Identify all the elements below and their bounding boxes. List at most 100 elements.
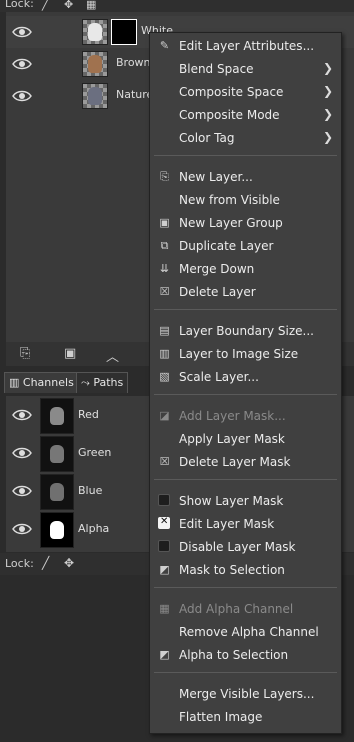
lock-label: Lock:: [5, 557, 34, 570]
lock-pixels-icon[interactable]: ╱: [42, 0, 49, 11]
new-layer-icon[interactable]: ⎘: [20, 346, 30, 361]
menu-item-label: Alpha to Selection: [179, 648, 289, 662]
menu-item-layer-to-image-size[interactable]: ▥ Layer to Image Size: [150, 343, 341, 365]
eye-icon[interactable]: [12, 484, 32, 498]
channel-thumb-image: [50, 483, 64, 501]
menu-item-label: Remove Alpha Channel: [179, 625, 319, 639]
menu-item-new-from-visible[interactable]: New from Visible: [150, 189, 341, 211]
tab-paths[interactable]: ⤳ Paths: [76, 372, 129, 393]
menu-item-alpha-to-selection[interactable]: ◩ Alpha to Selection: [150, 644, 341, 666]
channel-thumbnail: [40, 474, 74, 510]
layer-mask-thumbnail[interactable]: [111, 19, 137, 45]
menu-separator: [154, 394, 337, 395]
eye-icon[interactable]: [12, 522, 32, 536]
layers-lock-bar: Lock: ╱ ✥ ▦: [0, 0, 354, 12]
menu-item-disable-layer-mask[interactable]: Disable Layer Mask: [150, 536, 341, 558]
menu-item-label: Composite Space: [179, 85, 284, 99]
raise-layer-icon[interactable]: ︿: [106, 346, 119, 365]
channel-name: Red: [78, 408, 99, 421]
channel-thumb-image: [50, 407, 64, 425]
layer-thumbnail: [82, 83, 108, 109]
layer-to-image-icon: ▥: [159, 347, 170, 360]
menu-item-add-alpha-channel[interactable]: ▦ Add Alpha Channel: [150, 598, 341, 620]
layer-boundary-icon: ▤: [159, 324, 170, 337]
menu-item-label: New from Visible: [179, 193, 280, 207]
menu-item-show-layer-mask[interactable]: Show Layer Mask: [150, 490, 341, 512]
menu-item-apply-layer-mask[interactable]: Apply Layer Mask: [150, 428, 341, 450]
menu-item-mask-to-selection[interactable]: ◩ Mask to Selection: [150, 559, 341, 581]
menu-item-remove-alpha-channel[interactable]: Remove Alpha Channel: [150, 621, 341, 643]
tab-channels[interactable]: ▥ Channels: [4, 372, 79, 393]
menu-item-color-tag[interactable]: Color Tag ❯: [150, 127, 341, 149]
eye-icon[interactable]: [12, 57, 32, 71]
menu-item-edit-layer-mask[interactable]: Edit Layer Mask: [150, 513, 341, 535]
checkbox-icon[interactable]: [158, 494, 170, 506]
menu-item-label: Delete Layer Mask: [179, 455, 291, 469]
checkbox-checked-icon[interactable]: [158, 516, 170, 529]
menu-item-merge-visible-layers[interactable]: Merge Visible Layers...: [150, 683, 341, 705]
channel-name: Blue: [78, 484, 103, 497]
menu-item-composite-space[interactable]: Composite Space ❯: [150, 81, 341, 103]
menu-item-label: Merge Visible Layers...: [179, 687, 315, 701]
menu-item-label: Apply Layer Mask: [179, 432, 285, 446]
lock-position-icon[interactable]: ✥: [64, 0, 73, 11]
channel-thumbnail: [40, 398, 74, 434]
menu-separator: [154, 155, 337, 156]
menu-item-label: Scale Layer...: [179, 370, 259, 384]
eye-icon[interactable]: [12, 408, 32, 422]
menu-item-edit-layer-attributes[interactable]: ✎ Edit Layer Attributes...: [150, 35, 341, 57]
menu-item-label: Merge Down: [179, 262, 255, 276]
menu-item-flatten-image[interactable]: Flatten Image: [150, 706, 341, 728]
submenu-arrow-icon: ❯: [322, 107, 333, 121]
menu-item-label: Add Layer Mask...: [179, 409, 286, 423]
layer-name: Nature: [116, 88, 154, 101]
channel-thumbnail: [40, 512, 74, 548]
layer-thumb-image: [88, 87, 102, 105]
menu-item-new-layer-group[interactable]: ▣ New Layer Group: [150, 212, 341, 234]
duplicate-layer-icon: ⧉: [160, 239, 169, 252]
tab-channels-label: Channels: [22, 376, 74, 389]
menu-separator: [154, 587, 337, 588]
menu-item-merge-down[interactable]: ⇊ Merge Down: [150, 258, 341, 280]
menu-item-delete-layer-mask[interactable]: ☒ Delete Layer Mask: [150, 451, 341, 473]
menu-item-label: Mask to Selection: [179, 563, 285, 577]
menu-item-new-layer[interactable]: ⎘ New Layer...: [150, 166, 341, 188]
layers-context-menu: ✎ Edit Layer Attributes... Blend Space ❯…: [149, 32, 342, 734]
checkbox-icon[interactable]: [158, 540, 170, 552]
lock-pixels-icon[interactable]: ╱: [42, 556, 49, 570]
add-mask-icon: ◪: [159, 409, 170, 422]
menu-item-scale-layer[interactable]: ▧ Scale Layer...: [150, 366, 341, 388]
menu-item-label: Composite Mode: [179, 108, 280, 122]
menu-item-layer-boundary-size[interactable]: ▤ Layer Boundary Size...: [150, 320, 341, 342]
channel-name: Alpha: [78, 522, 110, 535]
channel-thumb-image: [50, 521, 64, 539]
eye-icon[interactable]: [12, 25, 32, 39]
layer-thumbnail: [82, 19, 108, 45]
menu-item-add-layer-mask[interactable]: ◪ Add Layer Mask...: [150, 405, 341, 427]
menu-item-blend-space[interactable]: Blend Space ❯: [150, 58, 341, 80]
menu-item-label: Blend Space: [179, 62, 254, 76]
lock-alpha-icon[interactable]: ▦: [86, 0, 96, 11]
menu-item-composite-mode[interactable]: Composite Mode ❯: [150, 104, 341, 126]
new-layer-group-icon[interactable]: ▣: [64, 346, 76, 361]
channel-name: Green: [78, 446, 112, 459]
edit-attributes-icon: ✎: [159, 39, 170, 52]
menu-separator: [154, 672, 337, 673]
layer-thumb-image: [88, 23, 102, 41]
delete-layer-icon: ☒: [159, 285, 170, 298]
eye-icon[interactable]: [12, 89, 32, 103]
menu-item-duplicate-layer[interactable]: ⧉ Duplicate Layer: [150, 235, 341, 257]
menu-item-label: New Layer...: [179, 170, 253, 184]
menu-item-label: Flatten Image: [179, 710, 263, 724]
scale-layer-icon: ▧: [159, 370, 170, 383]
mask-to-selection-icon: ◩: [159, 563, 170, 576]
eye-icon[interactable]: [12, 446, 32, 460]
lock-position-icon[interactable]: ✥: [64, 556, 74, 570]
menu-item-label: Delete Layer: [179, 285, 256, 299]
menu-item-label: Edit Layer Mask: [179, 517, 275, 531]
add-alpha-icon: ▦: [159, 602, 170, 615]
menu-item-label: Edit Layer Attributes...: [179, 39, 315, 53]
lock-label: Lock:: [5, 0, 34, 10]
menu-item-label: Show Layer Mask: [179, 494, 284, 508]
menu-item-delete-layer[interactable]: ☒ Delete Layer: [150, 281, 341, 303]
